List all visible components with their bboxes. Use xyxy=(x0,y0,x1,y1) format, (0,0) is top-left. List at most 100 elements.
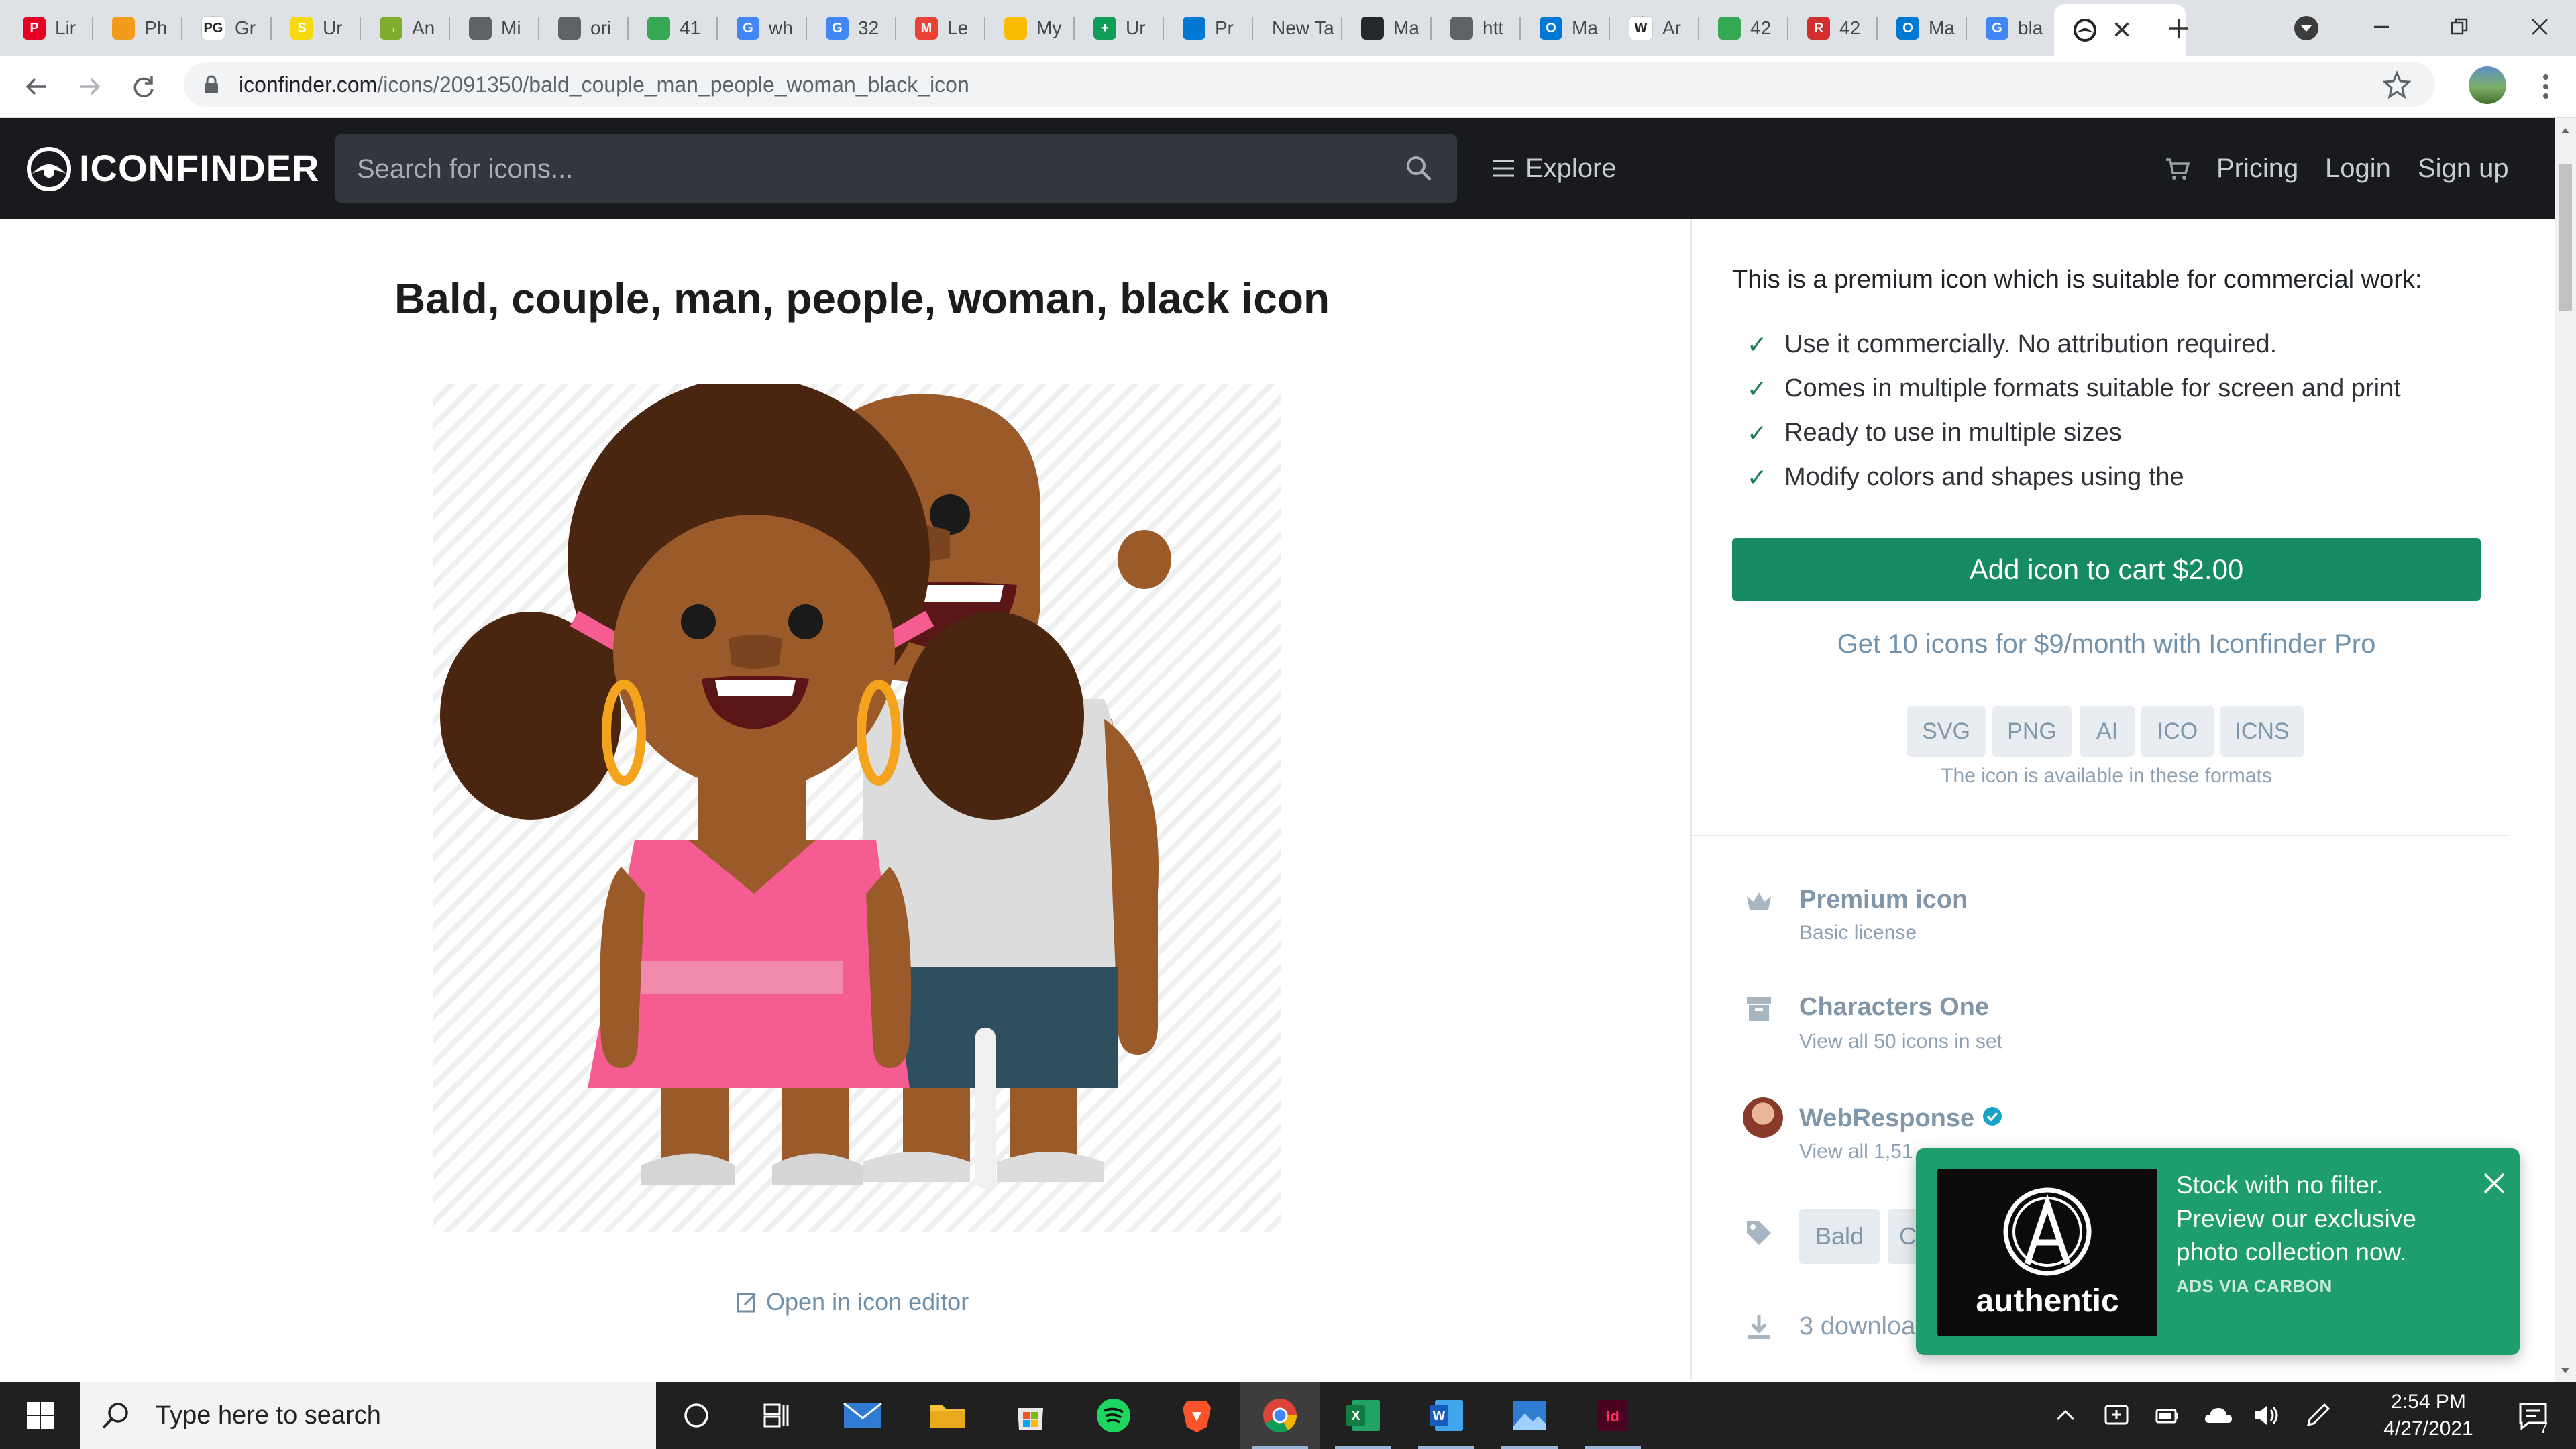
browser-tab[interactable]: 42 xyxy=(1699,7,1788,50)
close-window-icon[interactable] xyxy=(2520,7,2560,47)
explore-link[interactable]: Explore xyxy=(1525,118,1617,219)
pen-workspace-icon[interactable] xyxy=(2301,1382,2334,1449)
show-hidden-icons-icon[interactable] xyxy=(2049,1382,2082,1449)
indesign-icon[interactable]: Id xyxy=(1572,1382,1653,1449)
author-subtitle[interactable]: View all 1,51 xyxy=(1799,1140,1913,1163)
excel-icon[interactable]: X xyxy=(1323,1382,1403,1449)
browser-tab[interactable]: ori xyxy=(539,7,629,50)
mail-app-icon[interactable] xyxy=(822,1382,903,1449)
open-in-editor-link[interactable]: Open in icon editor xyxy=(735,1288,969,1316)
notification-center-icon[interactable]: 7 xyxy=(2506,1382,2560,1449)
pricing-link[interactable]: Pricing xyxy=(2216,118,2298,219)
section-divider xyxy=(1690,835,2509,836)
taskbar-search-box[interactable]: Type here to search xyxy=(80,1382,656,1449)
onedrive-icon[interactable] xyxy=(2202,1382,2235,1449)
system-clock[interactable]: 2:54 PM 4/27/2021 xyxy=(2361,1389,2496,1442)
word-icon[interactable]: W xyxy=(1406,1382,1487,1449)
site-logo[interactable]: ICONFINDER xyxy=(79,118,319,219)
browser-tab[interactable]: Gbla xyxy=(1967,7,2056,50)
browser-menu-icon[interactable] xyxy=(2529,66,2563,107)
profile-avatar[interactable] xyxy=(2469,66,2506,104)
scroll-thumb[interactable] xyxy=(2559,164,2572,311)
volume-icon[interactable] xyxy=(2250,1382,2284,1449)
format-icns[interactable]: ICNS xyxy=(2220,706,2304,757)
iconfinder-pro-link[interactable]: Get 10 icons for $9/month with Iconfinde… xyxy=(1732,629,2481,659)
browser-tab[interactable]: Ph xyxy=(93,7,182,50)
url-text[interactable]: iconfinder.com/icons/2091350/bald_couple… xyxy=(239,62,969,107)
browser-tab[interactable]: P Lir xyxy=(4,7,93,50)
ad-image[interactable]: authentic xyxy=(1937,1169,2157,1336)
login-link[interactable]: Login xyxy=(2325,118,2391,219)
menu-hamburger-icon[interactable] xyxy=(1491,156,1516,184)
browser-tab[interactable]: Gwh xyxy=(718,7,807,50)
signup-link[interactable]: Sign up xyxy=(2418,118,2509,219)
cortana-icon[interactable] xyxy=(656,1382,737,1449)
icon-set-subtitle[interactable]: View all 50 icons in set xyxy=(1799,1030,2002,1053)
url-omnibox[interactable]: iconfinder.com/icons/2091350/bald_couple… xyxy=(184,62,2435,107)
forward-arrow-icon[interactable] xyxy=(70,66,110,107)
author-avatar[interactable] xyxy=(1743,1097,1783,1138)
tag-chip[interactable]: Bald xyxy=(1799,1209,1880,1264)
browser-tab[interactable]: + Ur xyxy=(1075,7,1164,50)
restore-window-icon[interactable] xyxy=(2439,7,2479,47)
search-input[interactable] xyxy=(356,134,1405,204)
browser-tab[interactable]: S Ur xyxy=(272,7,361,50)
photos-app-icon[interactable] xyxy=(1489,1382,1570,1449)
iconfinder-logo-icon[interactable] xyxy=(25,146,72,196)
browser-tab[interactable]: → An xyxy=(361,7,450,50)
ad-text[interactable]: Stock with no filter. Preview our exclus… xyxy=(2176,1169,2465,1269)
browser-tab[interactable]: New Ta xyxy=(1253,7,1342,50)
tab-close-icon[interactable]: ✕ xyxy=(2112,16,2132,44)
bookmark-star-icon[interactable] xyxy=(2382,70,2412,102)
browser-tab[interactable]: M Le xyxy=(896,7,985,50)
search-icon[interactable] xyxy=(1405,154,1433,186)
windows-security-icon[interactable] xyxy=(2100,1382,2133,1449)
browser-tab-label: Ma xyxy=(1929,17,1955,38)
browser-tab[interactable]: htt xyxy=(1432,7,1521,50)
scroll-up-icon[interactable] xyxy=(2560,126,2571,138)
reload-icon[interactable] xyxy=(123,66,164,107)
carbon-ad-popup[interactable]: authentic Stock with no filter. Preview … xyxy=(1916,1148,2520,1355)
chrome-taskbar-icon[interactable] xyxy=(1240,1382,1320,1449)
spotify-icon[interactable] xyxy=(1073,1382,1154,1449)
browser-tab[interactable]: 41 xyxy=(629,7,718,50)
format-png[interactable]: PNG xyxy=(1992,706,2072,757)
browser-tab[interactable]: Mi xyxy=(450,7,539,50)
page-scrollbar[interactable] xyxy=(2555,118,2576,1382)
scroll-down-icon[interactable] xyxy=(2560,1366,2571,1378)
ads-via-carbon[interactable]: ADS VIA CARBON xyxy=(2176,1276,2332,1297)
battery-icon[interactable] xyxy=(2151,1382,2184,1449)
license-title[interactable]: Premium icon xyxy=(1799,885,1968,914)
microsoft-store-icon[interactable] xyxy=(990,1382,1071,1449)
browser-tab[interactable]: R 42 xyxy=(1788,7,1878,50)
browser-tab[interactable]: O Ma xyxy=(1878,7,1967,50)
add-to-cart-button[interactable]: Add icon to cart $2.00 xyxy=(1732,538,2481,601)
browser-tab[interactable]: Pr xyxy=(1164,7,1253,50)
edit-icon xyxy=(737,1293,757,1313)
browser-tab-label: 42 xyxy=(1839,17,1861,38)
browser-tab[interactable]: Ma xyxy=(1342,7,1432,50)
format-ai[interactable]: AI xyxy=(2080,706,2135,757)
browser-tab[interactable]: O Ma xyxy=(1521,7,1610,50)
minimize-window-icon[interactable] xyxy=(2361,7,2402,47)
brave-browser-icon[interactable] xyxy=(1157,1382,1237,1449)
pinterest-icon: P xyxy=(23,17,46,40)
format-ico[interactable]: ICO xyxy=(2141,706,2214,757)
file-explorer-icon[interactable] xyxy=(907,1382,987,1449)
browser-tab[interactable]: My xyxy=(985,7,1075,50)
windows-start-button[interactable] xyxy=(0,1382,80,1449)
back-arrow-icon[interactable] xyxy=(16,66,56,107)
browser-tab[interactable]: PG Gr xyxy=(182,7,272,50)
ad-close-icon[interactable] xyxy=(2482,1171,2506,1195)
cart-icon[interactable] xyxy=(2164,156,2191,186)
new-tab-button[interactable] xyxy=(2159,8,2199,48)
icon-set-title[interactable]: Characters One xyxy=(1799,993,1989,1022)
browser-tab[interactable]: G 32 xyxy=(807,7,896,50)
author-name[interactable]: WebResponse xyxy=(1799,1104,2003,1134)
browser-tab[interactable]: W Ar xyxy=(1610,7,1699,50)
authentic-logo-icon xyxy=(2003,1187,2092,1276)
task-view-icon[interactable] xyxy=(737,1382,817,1449)
tab-search-dropdown-icon[interactable] xyxy=(2289,11,2324,46)
format-svg[interactable]: SVG xyxy=(1907,706,1986,757)
lock-icon[interactable] xyxy=(203,74,220,98)
